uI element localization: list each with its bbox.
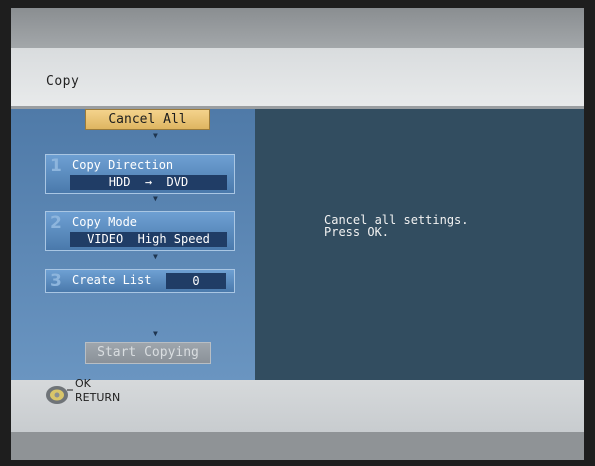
cancel-all-button[interactable]: Cancel All <box>85 109 210 130</box>
top-strip <box>11 8 584 48</box>
title-bar <box>11 48 584 106</box>
create-list-value: 0 <box>166 273 226 289</box>
message-line: Press OK. <box>324 225 390 239</box>
copy-mode-value: VIDEO High Speed <box>70 232 227 247</box>
step-copy-mode[interactable]: 2 Copy Mode VIDEO High Speed <box>45 211 235 251</box>
step-number: 2 <box>50 213 62 233</box>
step-number: 3 <box>50 271 62 291</box>
step-label: Create List <box>72 273 152 287</box>
start-copying-button[interactable]: Start Copying <box>85 342 211 364</box>
down-arrow-icon: ▼ <box>153 131 158 140</box>
step-label: Copy Mode <box>72 215 138 229</box>
info-panel <box>255 109 584 380</box>
copy-direction-value: HDD → DVD <box>70 175 227 190</box>
hint-bar <box>11 380 584 432</box>
down-arrow-icon: ▼ <box>153 194 158 203</box>
step-label: Copy Direction <box>72 158 174 172</box>
page-title: Copy <box>46 74 80 89</box>
remote-dial-icon <box>46 386 73 404</box>
info-message: Cancel all settings. Press OK. <box>324 214 469 238</box>
bottom-strip <box>11 432 584 460</box>
step-create-list[interactable]: 3 Create List 0 <box>45 269 235 293</box>
down-arrow-icon: ▼ <box>153 329 158 338</box>
return-hint: RETURN <box>75 391 121 404</box>
step-copy-direction[interactable]: 1 Copy Direction HDD → DVD <box>45 154 235 194</box>
ok-hint: OK <box>75 377 91 390</box>
down-arrow-icon: ▼ <box>153 252 158 261</box>
step-number: 1 <box>50 156 62 176</box>
